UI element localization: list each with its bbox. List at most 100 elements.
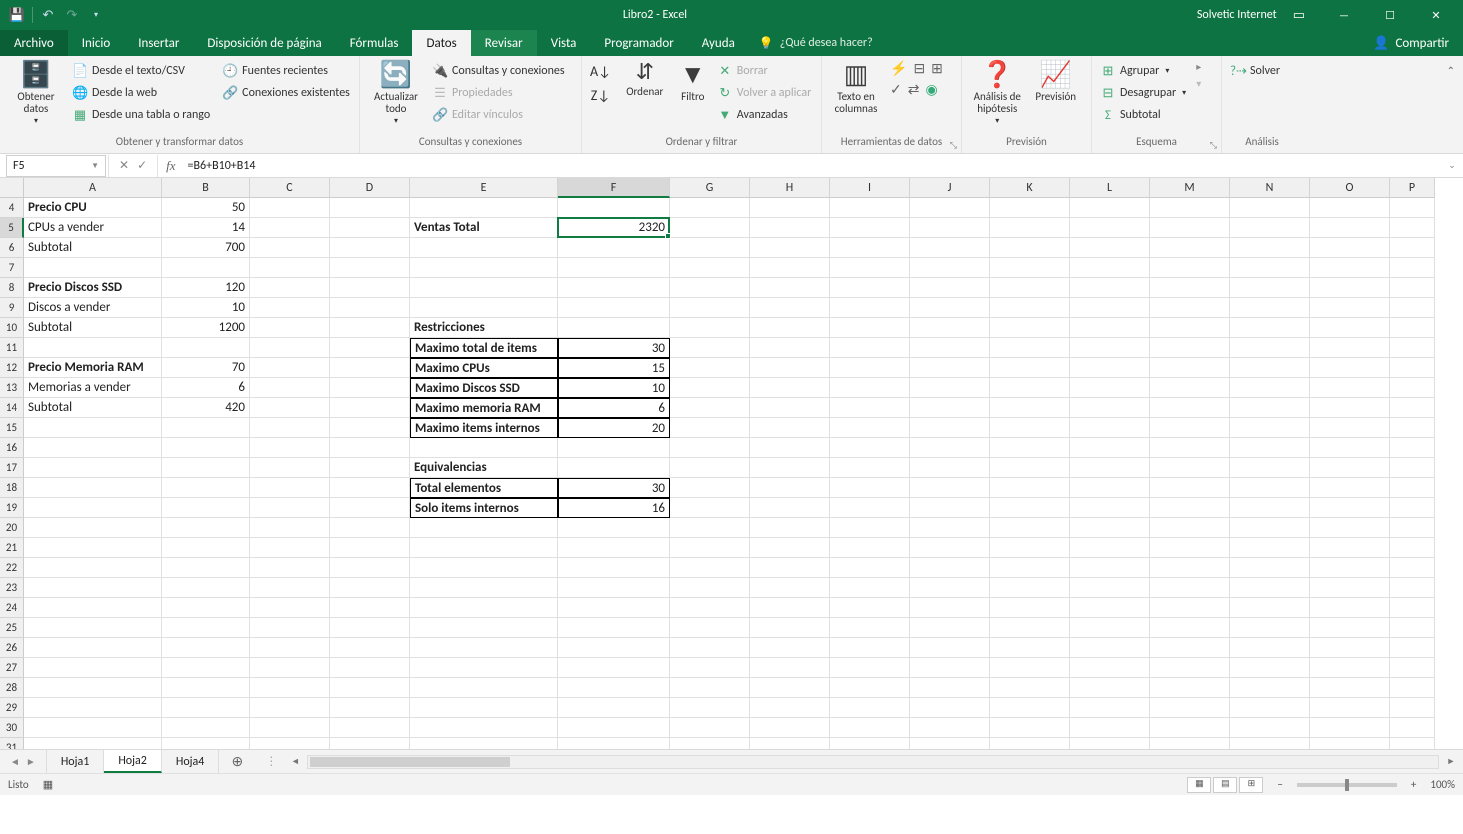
cell[interactable] bbox=[330, 398, 410, 418]
cell[interactable] bbox=[990, 658, 1070, 678]
get-data-button[interactable]: 🗄️ Obtener datos ▾ bbox=[6, 60, 66, 126]
cell[interactable] bbox=[330, 678, 410, 698]
cell[interactable] bbox=[1230, 598, 1310, 618]
cell[interactable] bbox=[1230, 538, 1310, 558]
cell[interactable] bbox=[558, 278, 670, 298]
cell[interactable] bbox=[1070, 358, 1150, 378]
zoom-level[interactable]: 100% bbox=[1430, 778, 1455, 791]
cell[interactable] bbox=[1310, 718, 1390, 738]
queries-connections-button[interactable]: 🔌Consultas y conexiones bbox=[430, 60, 567, 82]
cell[interactable] bbox=[410, 238, 558, 258]
cell[interactable] bbox=[1150, 458, 1230, 478]
cell[interactable] bbox=[250, 418, 330, 438]
cell[interactable] bbox=[558, 598, 670, 618]
cell[interactable]: Ventas Total bbox=[410, 218, 558, 238]
cell[interactable] bbox=[750, 358, 830, 378]
cell[interactable] bbox=[670, 458, 750, 478]
cell[interactable]: 20 bbox=[558, 418, 670, 438]
cell[interactable] bbox=[670, 518, 750, 538]
cell[interactable] bbox=[830, 738, 910, 749]
cell[interactable] bbox=[990, 238, 1070, 258]
cell[interactable] bbox=[1150, 678, 1230, 698]
cell[interactable] bbox=[558, 318, 670, 338]
cell[interactable] bbox=[830, 418, 910, 438]
cell[interactable] bbox=[410, 738, 558, 749]
cell[interactable] bbox=[990, 458, 1070, 478]
row-header[interactable]: 6 bbox=[0, 238, 24, 258]
cell[interactable] bbox=[1310, 198, 1390, 218]
cell[interactable] bbox=[750, 558, 830, 578]
cell[interactable]: 6 bbox=[162, 378, 250, 398]
cell[interactable] bbox=[162, 618, 250, 638]
hide-detail-icon[interactable]: ▾ bbox=[1196, 77, 1201, 90]
ribbon-display-icon[interactable]: ▭ bbox=[1293, 8, 1305, 23]
cell[interactable] bbox=[330, 358, 410, 378]
row-header[interactable]: 17 bbox=[0, 458, 24, 478]
cell[interactable] bbox=[250, 558, 330, 578]
cell[interactable] bbox=[750, 378, 830, 398]
row-header[interactable]: 27 bbox=[0, 658, 24, 678]
cell[interactable] bbox=[1310, 458, 1390, 478]
cell[interactable] bbox=[330, 378, 410, 398]
cell[interactable]: Precio CPU bbox=[24, 198, 162, 218]
close-button[interactable]: ✕ bbox=[1413, 0, 1459, 30]
cell[interactable] bbox=[1150, 558, 1230, 578]
tab-insert[interactable]: Insertar bbox=[124, 30, 193, 56]
sheet-tab[interactable]: Hoja2 bbox=[104, 750, 162, 773]
cell[interactable] bbox=[750, 698, 830, 718]
cell[interactable] bbox=[670, 338, 750, 358]
cell[interactable] bbox=[24, 498, 162, 518]
cell[interactable] bbox=[990, 618, 1070, 638]
cell[interactable] bbox=[910, 598, 990, 618]
cell[interactable]: 14 bbox=[162, 218, 250, 238]
cell[interactable] bbox=[558, 618, 670, 638]
cell[interactable] bbox=[250, 738, 330, 749]
cell[interactable] bbox=[910, 318, 990, 338]
cell[interactable] bbox=[670, 478, 750, 498]
cell[interactable] bbox=[24, 458, 162, 478]
cell[interactable] bbox=[910, 658, 990, 678]
cell[interactable]: Subtotal bbox=[24, 398, 162, 418]
account-name[interactable]: Solvetic Internet bbox=[1197, 8, 1277, 22]
row-header[interactable]: 29 bbox=[0, 698, 24, 718]
cell[interactable] bbox=[910, 258, 990, 278]
cell[interactable] bbox=[1070, 238, 1150, 258]
cell[interactable] bbox=[750, 318, 830, 338]
ungroup-button[interactable]: ⊟Desagrupar ▾ bbox=[1098, 82, 1188, 104]
cell[interactable] bbox=[330, 518, 410, 538]
select-all-button[interactable] bbox=[0, 178, 24, 198]
cell[interactable] bbox=[1310, 538, 1390, 558]
cell[interactable] bbox=[558, 738, 670, 749]
cell[interactable] bbox=[1150, 598, 1230, 618]
cell[interactable]: Precio Discos SSD bbox=[24, 278, 162, 298]
row-header[interactable]: 9 bbox=[0, 298, 24, 318]
cell[interactable] bbox=[1230, 378, 1310, 398]
cell[interactable] bbox=[830, 258, 910, 278]
cell[interactable] bbox=[1310, 658, 1390, 678]
cell[interactable] bbox=[750, 298, 830, 318]
cell[interactable] bbox=[1070, 738, 1150, 749]
cell[interactable] bbox=[1230, 478, 1310, 498]
cell[interactable] bbox=[24, 738, 162, 749]
row-header[interactable]: 7 bbox=[0, 258, 24, 278]
cell[interactable] bbox=[670, 198, 750, 218]
cell[interactable] bbox=[558, 698, 670, 718]
qat-dropdown-icon[interactable]: ▾ bbox=[87, 6, 105, 24]
cell[interactable] bbox=[1390, 538, 1435, 558]
cell[interactable] bbox=[558, 458, 670, 478]
cell[interactable] bbox=[990, 398, 1070, 418]
cell[interactable] bbox=[750, 218, 830, 238]
text-to-columns-button[interactable]: ▥ Texto en columnas bbox=[828, 60, 884, 115]
cell[interactable] bbox=[1310, 578, 1390, 598]
data-validation-icon[interactable]: ✓ bbox=[890, 81, 902, 98]
cell[interactable] bbox=[1150, 658, 1230, 678]
cell[interactable] bbox=[250, 718, 330, 738]
cell[interactable] bbox=[910, 638, 990, 658]
cell[interactable] bbox=[558, 298, 670, 318]
cell[interactable] bbox=[1230, 738, 1310, 749]
cell[interactable] bbox=[330, 238, 410, 258]
cell[interactable] bbox=[1390, 258, 1435, 278]
cell[interactable] bbox=[670, 438, 750, 458]
cell[interactable] bbox=[558, 198, 670, 218]
cell[interactable] bbox=[1070, 398, 1150, 418]
